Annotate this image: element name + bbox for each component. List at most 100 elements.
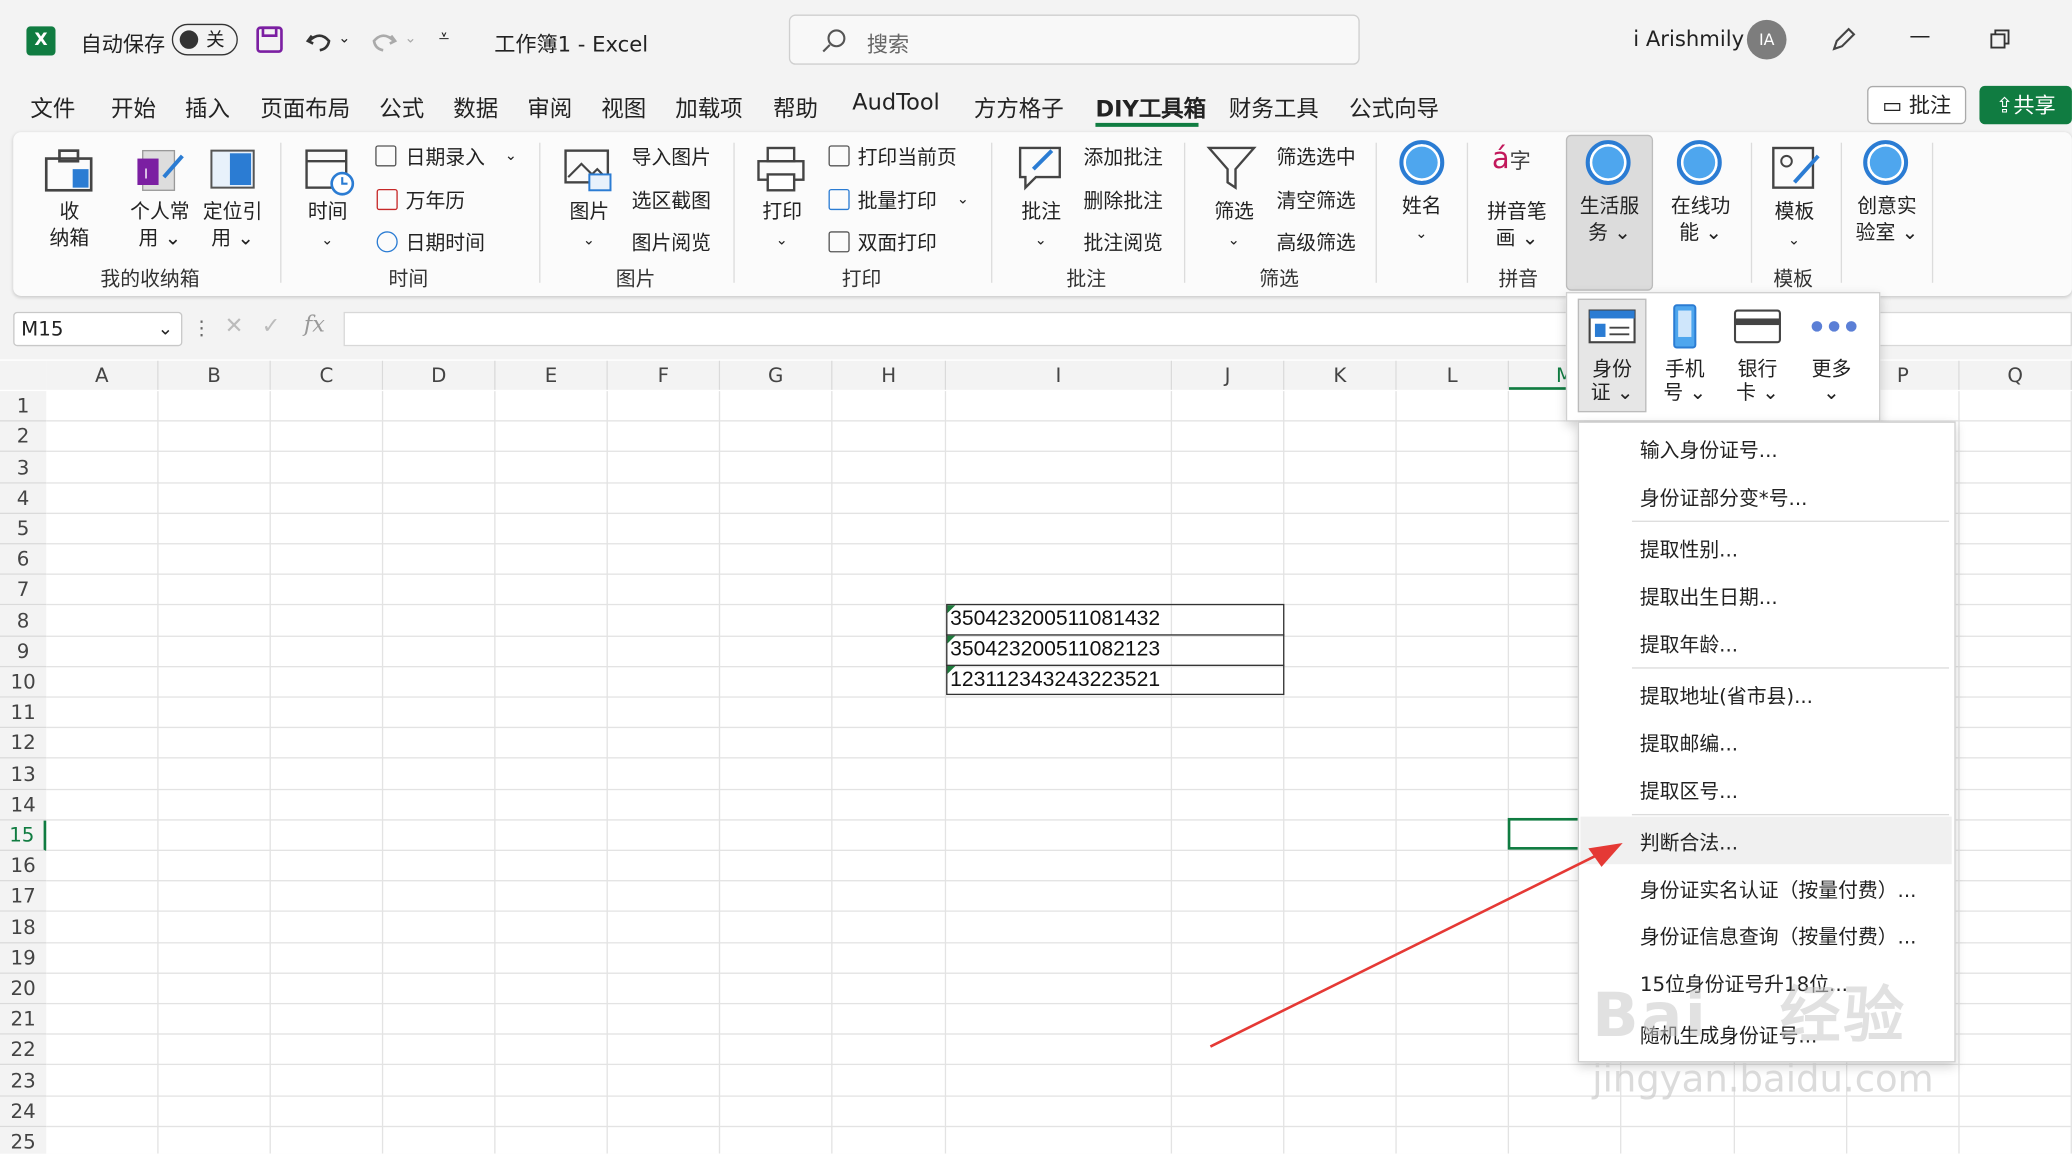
date-entry-button[interactable]: 日期录入 xyxy=(406,143,485,171)
avatar[interactable]: IA xyxy=(1746,19,1787,60)
picture-button[interactable]: 图片 xyxy=(563,198,616,224)
filter-button[interactable]: 筛选 xyxy=(1208,198,1261,224)
column-header-G[interactable]: G xyxy=(720,360,833,390)
date-time-button[interactable]: 日期时间 xyxy=(406,229,485,257)
menu-item-id-info-query[interactable]: 身份证信息查询（按量付费）... xyxy=(1640,922,1917,950)
menu-item-extract-gender[interactable]: 提取性别... xyxy=(1640,535,1738,563)
tab-formula-wizard[interactable]: 公式向导 xyxy=(1349,90,1439,122)
batch-print-dropdown-icon[interactable]: ⌄ xyxy=(957,190,969,207)
filter-dropdown-icon[interactable]: ⌄ xyxy=(1228,227,1240,253)
comment-viewer-button[interactable]: 批注阅览 xyxy=(1084,229,1163,257)
column-header-E[interactable]: E xyxy=(495,360,608,390)
tab-home[interactable]: 开始 xyxy=(111,90,156,122)
phone-number-button[interactable]: 手机 号 ⌄ xyxy=(1652,357,1718,405)
row-header-17[interactable]: 17 xyxy=(0,881,47,912)
tab-review[interactable]: 审阅 xyxy=(527,90,572,122)
tab-finance-tools[interactable]: 财务工具 xyxy=(1229,90,1319,122)
row-header-21[interactable]: 21 xyxy=(0,1004,47,1035)
storage-box-button[interactable]: 收 纳箱 xyxy=(40,198,99,251)
redo-dropdown-icon[interactable]: ⌄ xyxy=(404,29,416,46)
minimize-icon[interactable]: — xyxy=(1909,22,1930,47)
time-button[interactable]: 时间 xyxy=(301,198,354,224)
cell-I8[interactable]: 350423200511081432 xyxy=(950,608,1160,632)
menu-item-extract-postcode[interactable]: 提取邮编... xyxy=(1640,729,1738,757)
tab-page-layout[interactable]: 页面布局 xyxy=(260,90,350,122)
life-service-button[interactable]: 生活服 务 ⌄ xyxy=(1572,193,1646,246)
time-dropdown-icon[interactable]: ⌄ xyxy=(321,227,333,253)
column-header-F[interactable]: F xyxy=(607,360,721,390)
user-name[interactable]: i Arishmily xyxy=(1633,26,1744,51)
tab-insert[interactable]: 插入 xyxy=(185,90,230,122)
row-header-2[interactable]: 2 xyxy=(0,421,47,452)
row-header-7[interactable]: 7 xyxy=(0,574,47,606)
row-header-10[interactable]: 10 xyxy=(0,667,47,698)
add-comment-button[interactable]: 添加批注 xyxy=(1084,143,1163,171)
filter-selected-button[interactable]: 筛选选中 xyxy=(1276,143,1355,171)
row-header-18[interactable]: 18 xyxy=(0,911,47,944)
online-features-button[interactable]: 在线功 能 ⌄ xyxy=(1664,193,1738,246)
cancel-icon[interactable]: ✕ xyxy=(225,313,244,339)
more-button[interactable]: 更多 ⌄ xyxy=(1798,357,1864,405)
row-header-22[interactable]: 22 xyxy=(0,1034,47,1066)
menu-item-extract-birthdate[interactable]: 提取出生日期... xyxy=(1640,583,1778,611)
column-header-B[interactable]: B xyxy=(158,360,271,390)
insert-function-icon[interactable]: fx xyxy=(304,312,325,338)
advanced-filter-button[interactable]: 高级筛选 xyxy=(1276,229,1355,257)
column-header-K[interactable]: K xyxy=(1284,360,1397,390)
comments-button[interactable]: ▭ 批注 xyxy=(1867,85,1967,125)
print-dropdown-icon[interactable]: ⌄ xyxy=(776,227,788,253)
customize-toolbar-icon[interactable]: ⩡ xyxy=(439,26,449,47)
row-header-4[interactable]: 4 xyxy=(0,483,47,515)
name-button[interactable]: 姓名 xyxy=(1393,193,1451,219)
template-dropdown-icon[interactable]: ⌄ xyxy=(1788,227,1800,253)
menu-item-realname-auth[interactable]: 身份证实名认证（按量付费）... xyxy=(1640,876,1917,904)
picture-viewer-button[interactable]: 图片阅览 xyxy=(632,229,711,257)
tab-file[interactable]: 文件 xyxy=(30,90,75,122)
batch-print-button[interactable]: 批量打印 xyxy=(858,186,937,214)
date-entry-dropdown-icon[interactable]: ⌄ xyxy=(505,147,517,164)
row-header-3[interactable]: 3 xyxy=(0,451,47,484)
perpetual-calendar-button[interactable]: 万年历 xyxy=(406,186,465,214)
id-card-button[interactable]: 身份 证 ⌄ xyxy=(1579,357,1645,405)
column-header-D[interactable]: D xyxy=(383,360,496,390)
range-screenshot-button[interactable]: 选区截图 xyxy=(632,186,711,214)
restore-icon[interactable] xyxy=(1990,29,2011,50)
row-header-20[interactable]: 20 xyxy=(0,973,47,1005)
menu-item-extract-address[interactable]: 提取地址(省市县)... xyxy=(1640,682,1813,710)
menu-item-validate[interactable]: 判断合法... xyxy=(1640,829,1738,857)
row-header-11[interactable]: 11 xyxy=(0,697,47,729)
row-header-6[interactable]: 6 xyxy=(0,544,47,575)
creative-lab-button[interactable]: 创意实 验室 ⌄ xyxy=(1850,193,1924,246)
print-current-page-button[interactable]: 打印当前页 xyxy=(858,143,957,171)
save-icon[interactable] xyxy=(255,25,284,54)
row-header-8[interactable]: 8 xyxy=(0,605,47,637)
row-header-24[interactable]: 24 xyxy=(0,1096,47,1128)
row-header-15[interactable]: 15 xyxy=(0,820,47,851)
undo-dropdown-icon[interactable]: ⌄ xyxy=(338,29,350,46)
tab-data[interactable]: 数据 xyxy=(453,90,498,122)
autosave-toggle[interactable]: 关 xyxy=(171,23,238,56)
tab-diy-toolbox[interactable]: DIY工具箱 xyxy=(1095,90,1206,122)
redo-icon[interactable] xyxy=(370,25,399,54)
enter-icon[interactable]: ✓ xyxy=(262,313,281,339)
comment-button[interactable]: 批注 xyxy=(1015,198,1068,224)
picture-dropdown-icon[interactable]: ⌄ xyxy=(583,227,595,253)
template-button[interactable]: 模板 xyxy=(1767,198,1822,224)
cell-I10[interactable]: 123112343243223521 xyxy=(950,669,1160,693)
name-box-dropdown-icon[interactable]: ⌄ xyxy=(158,313,174,345)
locate-ref-button[interactable]: 定位引 用 ⌄ xyxy=(198,198,267,251)
row-header-12[interactable]: 12 xyxy=(0,728,47,759)
row-header-14[interactable]: 14 xyxy=(0,790,47,821)
select-all-corner[interactable] xyxy=(0,360,47,390)
row-header-5[interactable]: 5 xyxy=(0,514,47,545)
row-header-25[interactable]: 25 xyxy=(0,1127,47,1154)
column-header-A[interactable]: A xyxy=(46,360,159,390)
row-header-16[interactable]: 16 xyxy=(0,850,47,882)
menu-item-extract-age[interactable]: 提取年龄... xyxy=(1640,630,1738,658)
tab-view[interactable]: 视图 xyxy=(601,90,646,122)
menu-item-input-id[interactable]: 输入身份证号... xyxy=(1640,436,1778,464)
share-button[interactable]: ⇪共享 xyxy=(1979,85,2072,125)
print-button[interactable]: 打印 xyxy=(756,198,809,224)
pinyin-stroke-button[interactable]: 拼音笔 画 ⌄ xyxy=(1480,198,1554,251)
undo-icon[interactable] xyxy=(304,25,333,54)
